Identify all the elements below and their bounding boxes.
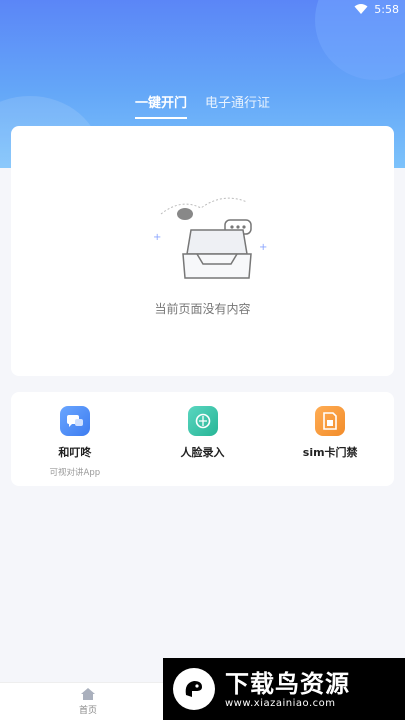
home-icon [81,688,95,700]
tab-one-key-open[interactable]: 一键开门 [134,92,187,119]
action-sublabel: 可视对讲App [49,468,101,478]
watermark-banner: 下载鸟资源 www.xiazainiao.com [163,658,405,720]
empty-message: 当前页面没有内容 [154,302,251,316]
watermark-title: 下载鸟资源 [225,669,350,698]
wifi-icon [354,4,368,14]
action-hedingdong[interactable]: 和叮咚 可视对讲App [11,392,139,486]
tab-e-pass[interactable]: 电子通行证 [205,92,270,119]
status-bar: 5:58 [354,0,405,18]
face-shield-icon [187,406,218,436]
action-label: 和叮咚 [58,446,92,459]
chat-bubbles-icon [59,406,90,436]
bird-logo-icon [173,668,215,710]
empty-box-illustration: + + [153,197,267,279]
action-label: sim卡门禁 [302,446,358,459]
empty-state-card: + + 当前页面没有内容 [11,126,394,376]
watermark-url: www.xiazainiao.com [225,697,336,709]
action-label: 人脸录入 [180,446,225,459]
nav-home-label: 首页 [78,706,97,716]
nav-home[interactable]: 首页 [66,687,110,716]
svg-text:+: + [259,242,267,253]
action-face-entry[interactable]: 人脸录入 [139,392,267,486]
sim-card-icon [315,406,346,436]
status-time: 5:58 [374,2,399,16]
quick-actions-card: 和叮咚 可视对讲App 人脸录入 sim卡门禁 [11,392,394,486]
action-sim-card[interactable]: sim卡门禁 [266,392,394,486]
svg-text:+: + [153,232,161,243]
tab-bar: 一键开门 电子通行证 [0,92,405,119]
